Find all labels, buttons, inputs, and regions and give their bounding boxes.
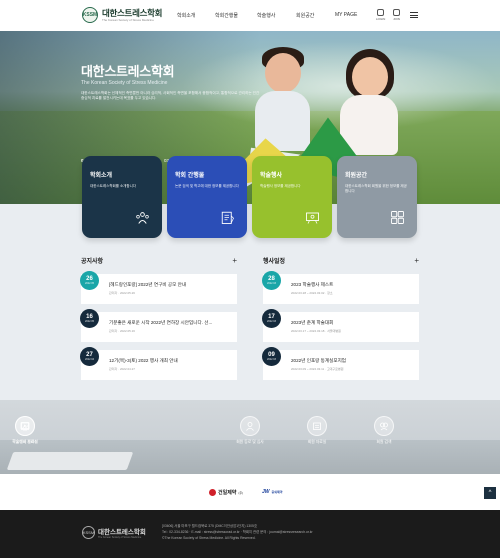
quick-menu-cards: 학회소개 대한스트레스학회를 소개합니다 학회 간행물 논문 검색 및 학고에 … bbox=[82, 156, 420, 238]
date-badge: 26 2022.05 bbox=[80, 271, 99, 290]
event-item[interactable]: 28 2022.03 2023 학술행사 제스트 2022.03.28 ~ 20… bbox=[262, 271, 419, 304]
quick-link-gallery[interactable]: 학술대회 갤러리 bbox=[0, 416, 50, 445]
date-badge: 28 2022.03 bbox=[262, 271, 281, 290]
card-events[interactable]: 학술행사 학술행사 정보를 제공합니다 bbox=[252, 156, 332, 238]
events-title: 행사일정 bbox=[263, 259, 286, 265]
date-badge: 17 2022.03 bbox=[262, 309, 281, 328]
notice-item-meta: 관리자 · 2022.05.26 bbox=[109, 291, 135, 295]
notice-item[interactable]: 16 2022.05 기분좋은 새로운 시작 2022년 연하장 시안입니다. … bbox=[80, 309, 237, 342]
hamburger-icon[interactable] bbox=[410, 12, 418, 18]
nav-item-mypage[interactable]: MY PAGE bbox=[335, 12, 357, 18]
nav-item-events[interactable]: 학술행사 bbox=[257, 12, 275, 19]
notice-item-meta: 관리자 · 2022.05.16 bbox=[109, 329, 135, 333]
event-item[interactable]: 09 2022.03 2022년 인포랑 동계실포지엄 2022.03.09 ~… bbox=[262, 347, 419, 380]
notice-title: 공지사항 bbox=[81, 259, 104, 265]
partner-banner: 건일제약 (주) JW 중외제약 bbox=[0, 474, 500, 510]
archive-icon bbox=[307, 416, 327, 436]
footer-info: [03606] 서울 마포구 월드컵북로 375 (DMC이안상암1단지) 13… bbox=[162, 523, 313, 541]
site-logo[interactable]: KSSM 대한스트레스학회 The Korean Society of Stre… bbox=[82, 7, 162, 23]
card-members[interactable]: 회원공간 대한스트레스학회 회원을 위한 정보를 제공합니다 bbox=[337, 156, 417, 238]
event-item-meta: 2022.03.17 ~ 2022.03.18 · 서울대병원 bbox=[291, 329, 341, 333]
notice-item[interactable]: 26 2022.05 [헤드랑인포랑] 2022년 연구비 공모 안내 관리자 … bbox=[80, 271, 237, 304]
logo-title: 대한스트레스학회 bbox=[102, 7, 163, 18]
logo-text: 대한스트레스학회 The Korean Society of Stress Me… bbox=[102, 7, 163, 22]
notice-more-button[interactable]: + bbox=[232, 256, 237, 265]
event-item-title: 2023 학술행사 제스트 bbox=[291, 282, 334, 287]
event-item-title: 2022년 인포랑 동계실포지엄 bbox=[291, 358, 347, 363]
notice-item-meta: 관리자 · 2022.04.27 bbox=[109, 367, 135, 371]
quick-link-member-search[interactable]: 회원 검색 bbox=[359, 416, 409, 445]
login-button[interactable]: LOGIN bbox=[376, 9, 385, 21]
partner-kuhnil[interactable]: 건일제약 (주) bbox=[209, 489, 243, 496]
event-item-meta: 2022.03.28 ~ 2022.03.02 · 장소 bbox=[291, 291, 333, 295]
join-button[interactable]: JOIN bbox=[393, 9, 400, 21]
date-badge: 27 2022.04 bbox=[80, 347, 99, 366]
card-publications[interactable]: 학회 간행물 논문 검색 및 학고에 대한 정보를 제공합니다 bbox=[167, 156, 247, 238]
nav-item-members[interactable]: 회원공간 bbox=[296, 12, 314, 19]
footer-emblem-icon: KSSM bbox=[82, 526, 95, 539]
member-register-icon bbox=[240, 416, 260, 436]
event-icon bbox=[306, 212, 319, 224]
people-icon bbox=[136, 212, 149, 224]
site-footer: KSSM 대한스트레스학회 The Korean Society of Stre… bbox=[0, 510, 500, 558]
hero-subtitle: The Korean Society of Stress Medicine bbox=[81, 80, 168, 86]
member-icon bbox=[391, 211, 404, 224]
footer-copyright: ©The Korean Society of Stress Medicine. … bbox=[162, 536, 256, 540]
nav-item-publications[interactable]: 학회간행물 bbox=[215, 12, 238, 19]
site-header: KSSM 대한스트레스학회 The Korean Society of Stre… bbox=[0, 0, 500, 31]
notice-board: 공지사항 + 26 2022.05 [헤드랑인포랑] 2022년 연구비 공모 … bbox=[80, 256, 237, 388]
quick-link-member-register[interactable]: 회원 등로 및 심사 bbox=[225, 416, 275, 445]
notice-item-title: 12기(목)-3(토) 2022 행사 개최 안내 bbox=[109, 358, 178, 363]
event-item[interactable]: 17 2022.03 2023년 춘계 학술대회 2022.03.17 ~ 20… bbox=[262, 309, 419, 342]
logo-subtitle: The Korean Society of Stress Medicine bbox=[102, 17, 154, 22]
events-board: 행사일정 + 28 2022.03 2023 학술행사 제스트 2022.03.… bbox=[262, 256, 419, 388]
keyboard-image bbox=[6, 452, 134, 470]
card-about[interactable]: 학회소개 대한스트레스학회를 소개합니다 bbox=[82, 156, 162, 238]
hero-description: 대한스트레스학회는 신체적인 측면뿐만 아니라 심리적, 사회적인 측면을 포함… bbox=[81, 91, 260, 100]
events-more-button[interactable]: + bbox=[414, 256, 419, 265]
footer-logo: KSSM 대한스트레스학회 The Korean Society of Stre… bbox=[82, 526, 146, 539]
journal-icon bbox=[221, 211, 234, 224]
notice-item[interactable]: 27 2022.04 12기(목)-3(토) 2022 행사 개최 안내 관리자… bbox=[80, 347, 237, 380]
event-item-meta: 2022.03.09 ~ 2022.03.11 · 고대구로병원 bbox=[291, 367, 344, 371]
kuhnil-logo-icon bbox=[209, 489, 216, 496]
footer-logo-title: 대한스트레스학회 bbox=[98, 529, 146, 536]
quick-link-archive[interactable]: 회원 자료실 bbox=[292, 416, 342, 445]
login-icon bbox=[377, 9, 385, 16]
date-badge: 09 2022.03 bbox=[262, 347, 281, 366]
event-item-title: 2023년 춘계 학술대회 bbox=[291, 320, 334, 325]
hero-title: 대한스트레스학회 bbox=[81, 64, 175, 79]
logo-emblem-icon: KSSM bbox=[82, 7, 98, 23]
search-members-icon bbox=[374, 416, 394, 436]
quick-links-band: 회원 등로 및 심사 회원 자료실 회원 검색 학술행사 자료실 학술대회 갤러… bbox=[0, 400, 500, 474]
scroll-to-top-button[interactable]: ^ bbox=[484, 487, 496, 499]
date-badge: 16 2022.05 bbox=[80, 309, 99, 328]
gallery-icon bbox=[15, 416, 35, 436]
footer-logo-subtitle: The Korean Society of Stress Medicine bbox=[98, 536, 142, 539]
notice-item-title: 기분좋은 새로운 시작 2022년 연하장 시안입니다. 선... bbox=[109, 320, 213, 325]
join-icon bbox=[393, 9, 400, 16]
nav-item-about[interactable]: 학회소개 bbox=[177, 12, 195, 19]
partner-jw[interactable]: JW 중외제약 bbox=[262, 489, 283, 495]
notice-item-title: [헤드랑인포랑] 2022년 연구비 공모 안내 bbox=[109, 282, 187, 287]
